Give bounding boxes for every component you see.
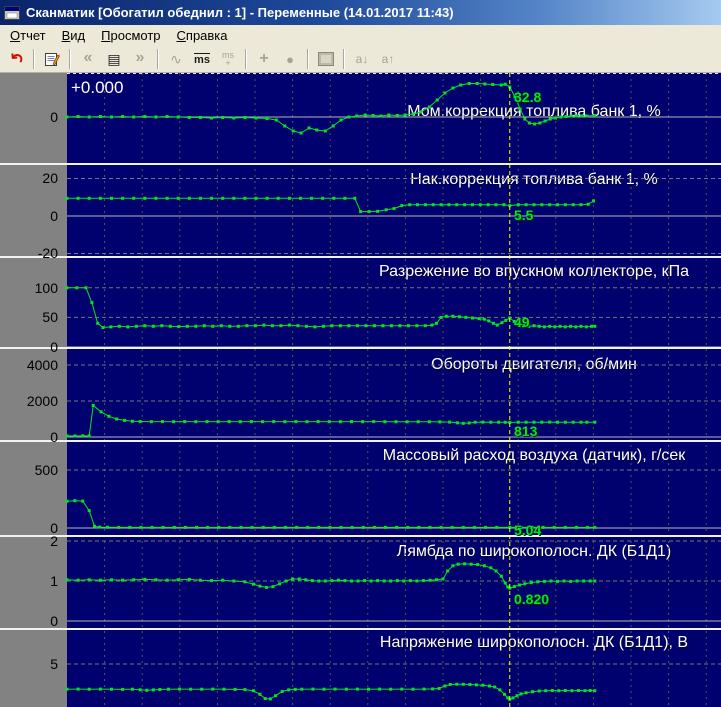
snapshot-button[interactable] [313,48,339,70]
toolbar-separator [157,49,159,69]
chevrons-right-icon: » [136,49,145,67]
axis-tick-label: 20 [0,170,58,186]
toolbar: ↶ « ▤ » ∿ ms ms+ + ● a↓ a↑ [0,46,721,73]
report-button[interactable] [39,48,65,70]
menu-report[interactable]: Отчет [2,26,54,45]
record-circle-icon: ● [286,52,294,67]
trace-line [67,564,595,588]
record-button[interactable]: ● [277,48,303,70]
menu-help[interactable]: Справка [169,26,236,45]
ms-plus-icon: ms+ [222,51,234,67]
cursor-value-label: 0.820 [514,591,549,607]
menu-view[interactable]: Вид [54,26,94,45]
charts-area: +0.000 Мом.коррекция топлива банк 1, %На… [0,73,721,707]
axis-tick-label: 1 [0,573,58,589]
cursor-value-label: 32.8 [514,89,541,105]
chevrons-left-icon: « [84,49,93,67]
wave-mode-button[interactable]: ∿ [163,48,189,70]
marker-button[interactable]: + [251,48,277,70]
menu-browse[interactable]: Просмотр [93,26,168,45]
toolbar-separator [245,49,247,69]
axis-tick-label: 0 [0,429,58,445]
font-down-icon: a↓ [356,52,369,66]
menu-bar: Отчет Вид Просмотр Справка [0,25,721,46]
app-icon [4,6,20,20]
ms-plus-button[interactable]: ms+ [215,48,241,70]
axis-tick-label: 500 [0,462,58,478]
toolbar-separator [33,49,35,69]
axis-tick-label: 0 [0,109,58,125]
marker-cross-icon: + [259,50,268,68]
cursor-value-label: 49 [514,314,530,330]
notepad-icon [44,51,60,67]
trace-layer [0,73,721,707]
axis-tick-label: -20 [0,245,58,261]
axis-tick-label: 100 [0,280,58,296]
window-title: Сканматик [Обогатил обеднил : 1] - Перем… [26,5,454,20]
ms-icon: ms [194,53,210,65]
axis-tick-label: 0 [0,613,58,629]
font-smaller-button[interactable]: a↓ [349,48,375,70]
trace-markers [66,683,597,701]
exit-button[interactable]: ↶ [3,48,29,70]
sine-wave-icon: ∿ [170,51,182,68]
cursor-value-label: 5.04 [514,522,541,538]
axis-tick-label: 5 [0,656,58,672]
title-bar: Сканматик [Обогатил обеднил : 1] - Перем… [0,0,721,25]
next-page-button[interactable]: » [127,48,153,70]
prev-page-button[interactable]: « [75,48,101,70]
cursor-readout: +0.000 [71,78,123,98]
ms-mode-button[interactable]: ms [189,48,215,70]
axis-tick-label: 2 [0,533,58,549]
font-up-icon: a↑ [382,52,395,66]
axis-tick-label: 0 [0,339,58,355]
toolbar-separator [343,49,345,69]
exit-arrow-icon: ↶ [4,47,27,71]
axis-tick-label: 4000 [0,357,58,373]
cursor-value-label: 813 [514,423,537,439]
toolbar-separator [69,49,71,69]
axis-tick-label: 2000 [0,393,58,409]
axis-tick-label: 50 [0,309,58,325]
font-larger-button[interactable]: a↑ [375,48,401,70]
param-list-button[interactable]: ▤ [101,48,127,70]
toolbar-separator [307,49,309,69]
cursor-value-label: 5.5 [514,207,533,223]
list-icon: ▤ [107,51,120,68]
image-icon [318,52,334,66]
axis-tick-label: 0 [0,208,58,224]
